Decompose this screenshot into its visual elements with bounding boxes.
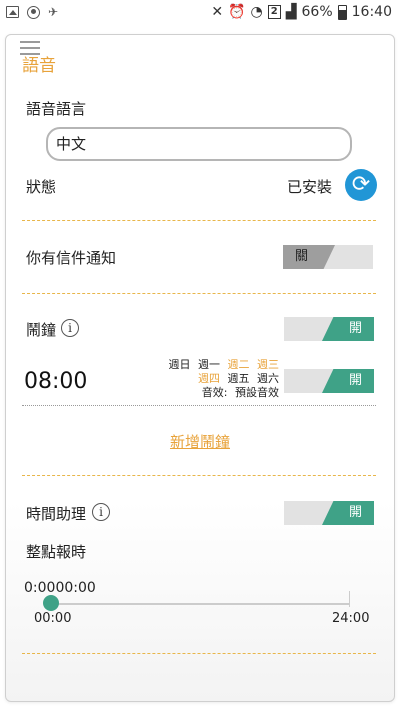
- day-wed: 週三: [257, 358, 279, 371]
- hour-slider-track[interactable]: [52, 603, 350, 605]
- status-bar-right: ✕ ⏰ ◔ 2 ▟ 66% 16:40: [211, 4, 392, 20]
- day-thu: 週四: [198, 372, 220, 385]
- day-mon: 週一: [198, 358, 220, 371]
- sound-value: 預設音效: [235, 386, 279, 399]
- time-assistant-info-icon[interactable]: i: [92, 503, 110, 521]
- slider-value: 0:0000:00: [24, 580, 96, 596]
- battery-percent: 66%: [301, 4, 333, 20]
- alarm-time[interactable]: 08:00: [24, 369, 87, 394]
- mail-notify-label: 你有信件通知: [26, 249, 117, 267]
- alarm-label: 鬧鐘: [26, 321, 57, 339]
- status-value: 已安裝: [287, 178, 333, 196]
- mail-notify-toggle[interactable]: 關: [283, 245, 373, 269]
- day-sun: 週日: [168, 358, 191, 371]
- slider-max-label: 24:00: [332, 611, 370, 626]
- alarm-sound: 音效: 預設音效: [165, 386, 279, 400]
- slider-end-mark: [349, 591, 350, 607]
- time-assistant-toggle[interactable]: 開: [284, 501, 374, 525]
- alarm-info-icon[interactable]: i: [61, 319, 79, 337]
- alarm-divider: [22, 405, 376, 406]
- sim-badge: 2: [267, 5, 281, 19]
- signal-icon: ▟: [285, 4, 297, 20]
- hour-slider-thumb[interactable]: [43, 595, 59, 611]
- status-bar-left: ✈: [6, 5, 58, 19]
- day-tue: 週二: [227, 358, 250, 371]
- divider: [22, 475, 376, 476]
- alarm-clock-icon: ⏰: [228, 4, 246, 20]
- voice-language-field[interactable]: 中文: [46, 127, 352, 161]
- clock: 16:40: [351, 4, 392, 20]
- gallery-notification-icon: [6, 6, 19, 18]
- alarm-0800-toggle[interactable]: 開: [284, 369, 374, 393]
- hourly-chime-label: 整點報時: [26, 543, 87, 561]
- status-label: 狀態: [26, 178, 57, 196]
- time-assistant-label: 時間助理: [26, 505, 87, 523]
- divider: [22, 293, 376, 294]
- sound-label: 音效:: [201, 386, 228, 399]
- settings-card: 語音 語音語言 中文 狀態 已安裝 ⟳ 你有信件通知 關 鬧鐘 i 開 08:0…: [5, 34, 395, 702]
- voice-language-label: 語音語言: [26, 100, 87, 118]
- account-notification-icon: [27, 5, 40, 19]
- days-row-1: 週日 週一 週二 週三: [165, 358, 280, 372]
- alarm-master-toggle[interactable]: 開: [284, 317, 374, 341]
- status-bar: ✈ ✕ ⏰ ◔ 2 ▟ 66% 16:40: [0, 0, 400, 26]
- alarm-days[interactable]: 週日 週一 週二 週三 週四 週五 週六 音效: 預設音效: [165, 358, 280, 400]
- add-alarm-link[interactable]: 新增鬧鐘: [6, 431, 394, 452]
- section-title: 語音: [22, 56, 56, 76]
- day-fri: 週五: [227, 372, 250, 385]
- day-sat: 週六: [257, 372, 279, 385]
- refresh-icon[interactable]: ⟳: [345, 169, 377, 201]
- slider-min-label: 00:00: [34, 611, 72, 626]
- days-row-2: 週四 週五 週六: [165, 372, 279, 386]
- pin-notification-icon: ✈: [48, 5, 59, 19]
- divider: [22, 220, 376, 221]
- divider: [22, 653, 376, 654]
- wifi-icon: ◔: [250, 4, 263, 20]
- battery-icon: [337, 4, 347, 20]
- mute-icon: ✕: [211, 4, 224, 20]
